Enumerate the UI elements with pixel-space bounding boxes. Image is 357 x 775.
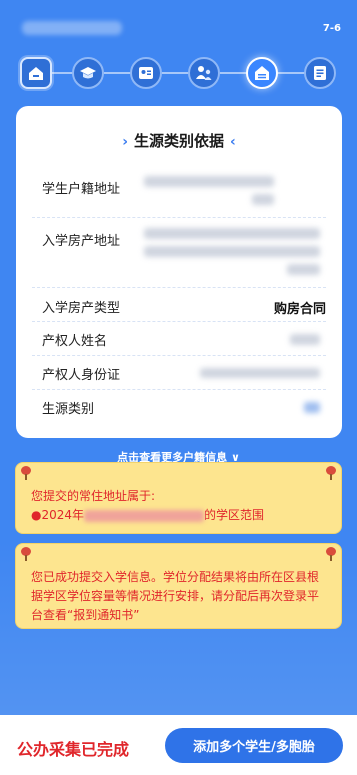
blurred-value xyxy=(252,194,274,205)
pushpin-icon xyxy=(19,547,33,561)
blurred-value xyxy=(200,368,320,378)
row-owner-name: 产权人姓名 xyxy=(32,322,326,356)
notice-year: ●2024年 xyxy=(31,508,85,522)
student-address-label: 学生户籍地址 xyxy=(42,182,121,197)
step-6[interactable] xyxy=(304,57,336,89)
chevron-right-icon: › xyxy=(122,134,128,150)
source-basis-card: › 生源类别依据 ‹ 学生户籍地址 入学房产地址 入学房产类型 购房合同 产权人姓名… xyxy=(16,106,342,438)
row-house-type: 入学房产类型 购房合同 xyxy=(32,288,326,322)
pushpin-icon xyxy=(324,466,338,480)
blurred-value xyxy=(144,246,320,257)
house-type-value: 购房合同 xyxy=(273,302,326,317)
chevron-left-icon: ‹ xyxy=(230,134,236,150)
notice-line-1: 您提交的常住地址属于: xyxy=(31,489,156,503)
step-2[interactable] xyxy=(72,57,104,89)
step-5[interactable] xyxy=(246,57,278,89)
notice-line-2: ●2024年 的学区范围 xyxy=(31,506,329,525)
blurred-value xyxy=(290,334,320,345)
row-category: 生源类别 xyxy=(32,390,326,424)
row-student-address: 学生户籍地址 xyxy=(32,168,326,218)
pushpin-icon xyxy=(324,547,338,561)
add-student-button[interactable]: 添加多个学生/多胞胎 xyxy=(165,728,343,763)
blurred-school-district xyxy=(84,509,205,522)
address-notice-card: 您提交的常住地址属于: ●2024年 的学区范围 xyxy=(15,462,342,534)
step-counter: 7-6 xyxy=(322,23,341,34)
row-house-address: 入学房产地址 xyxy=(32,218,326,288)
submission-notice-card: 您已成功提交入学信息。学位分配结果将由所在区县根据学区学位容量等情况进行安排，请… xyxy=(15,543,342,629)
id-card-icon xyxy=(139,67,153,79)
owner-name-label: 产权人姓名 xyxy=(42,334,108,349)
step-3[interactable] xyxy=(130,57,162,89)
row-owner-id: 产权人身份证 xyxy=(32,356,326,390)
address-notice-text: 您提交的常住地址属于: ●2024年 的学区范围 xyxy=(31,487,329,525)
notice-suffix: 的学区范围 xyxy=(204,508,265,522)
blurred-value xyxy=(144,176,274,187)
progress-steps xyxy=(0,53,357,93)
category-label: 生源类别 xyxy=(42,402,95,417)
bottom-action-bar: 公办采集已完成 添加多个学生/多胞胎 xyxy=(0,715,357,775)
step-1[interactable] xyxy=(20,57,52,89)
card-title: › 生源类别依据 ‹ xyxy=(16,130,342,151)
top-bar: 7-6 xyxy=(0,0,357,50)
graduation-cap-icon xyxy=(80,67,96,79)
blurred-value xyxy=(144,228,320,239)
step-4[interactable] xyxy=(188,57,220,89)
document-icon xyxy=(314,66,326,80)
house-type-label: 入学房产类型 xyxy=(42,301,121,316)
blurred-page-title xyxy=(22,21,122,35)
parents-icon xyxy=(196,66,212,80)
house-address-label: 入学房产地址 xyxy=(42,234,121,249)
pushpin-icon xyxy=(19,466,33,480)
home-icon xyxy=(29,67,43,80)
owner-id-label: 产权人身份证 xyxy=(42,368,121,383)
blurred-value xyxy=(304,402,320,413)
blurred-value xyxy=(287,264,320,275)
card-title-text: 生源类别依据 xyxy=(133,132,224,150)
house-certificate-icon xyxy=(255,66,269,80)
collection-status: 公办采集已完成 xyxy=(17,740,130,759)
submission-notice-text: 您已成功提交入学信息。学位分配结果将由所在区县根据学区学位容量等情况进行安排，请… xyxy=(31,570,320,622)
